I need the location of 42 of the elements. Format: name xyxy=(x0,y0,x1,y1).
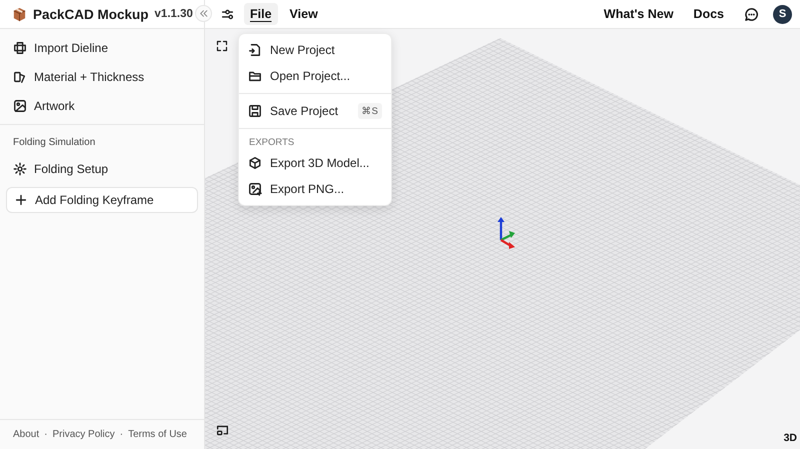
footer-link[interactable]: About xyxy=(13,429,40,440)
menu-item[interactable]: Export PNG... xyxy=(239,176,391,202)
plus-icon xyxy=(14,193,28,207)
menu-item[interactable]: Export 3D Model... xyxy=(239,150,391,176)
header-link[interactable]: What's New xyxy=(604,7,674,21)
app-title: PackCAD Mockup xyxy=(33,6,149,22)
menu-item[interactable]: New Project xyxy=(239,37,391,63)
cube-icon xyxy=(248,156,262,170)
image-icon xyxy=(248,182,262,196)
sidebar-item[interactable]: Artwork xyxy=(0,91,81,120)
app-version: v1.1.30 xyxy=(154,8,193,20)
fullscreen-icon[interactable] xyxy=(216,40,228,52)
file-plus-icon xyxy=(248,43,262,57)
menu-item[interactable]: Save Project ⌘S xyxy=(239,98,391,124)
sliders-icon[interactable] xyxy=(221,8,234,20)
header-link[interactable]: Docs xyxy=(693,7,724,21)
menu-tab[interactable]: View xyxy=(284,3,324,25)
material-icon xyxy=(13,70,27,84)
double-chevron-icon xyxy=(199,9,208,18)
footer-link[interactable]: Terms of Use xyxy=(128,429,187,440)
image-icon xyxy=(13,98,27,112)
sidebar-item[interactable]: Folding Setup xyxy=(0,154,204,183)
view-mode-label: 3D xyxy=(784,432,797,444)
shortcut-hint: ⌘S xyxy=(358,103,382,119)
save-icon xyxy=(248,104,262,118)
add-keyframe-button[interactable]: Add Folding Keyframe xyxy=(6,187,198,213)
separator-dot: · xyxy=(120,429,124,440)
folder-icon xyxy=(248,69,262,83)
section-heading: Folding Simulation xyxy=(12,136,96,150)
separator-dot: · xyxy=(44,429,48,440)
box-logo-icon xyxy=(12,6,27,22)
sidebar-item[interactable]: Import Dieline xyxy=(0,33,114,62)
sidebar-item[interactable]: Material + Thickness xyxy=(0,62,150,91)
menu-item[interactable]: Open Project... xyxy=(239,63,391,89)
menu-heading: EXPORTS xyxy=(248,136,296,150)
gear-icon xyxy=(13,162,27,176)
screen-cast-icon[interactable] xyxy=(216,424,229,437)
menu-tab[interactable]: File xyxy=(244,3,278,25)
axes-gizmo-icon xyxy=(498,217,515,249)
user-avatar[interactable]: S xyxy=(773,4,792,24)
footer-link[interactable]: Privacy Policy xyxy=(52,429,115,440)
chat-icon[interactable] xyxy=(744,6,759,22)
